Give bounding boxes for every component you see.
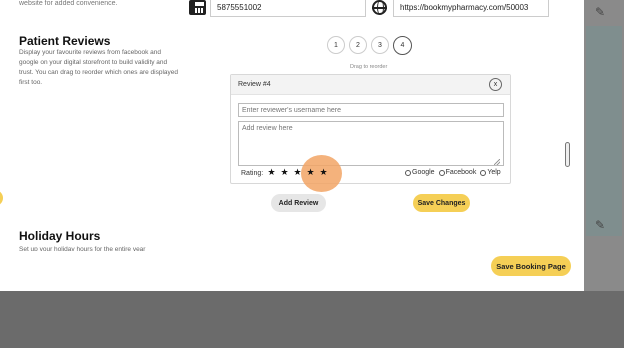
source-option-facebook[interactable]: Facebook — [438, 169, 477, 176]
source-label: Google — [412, 169, 435, 176]
close-button[interactable]: x — [489, 78, 502, 91]
pencil-icon[interactable]: ✎ — [592, 5, 608, 21]
pencil-icon[interactable]: ✎ — [592, 218, 608, 234]
review-pager: 1 2 3 4 — [327, 36, 412, 55]
star-icon[interactable]: ★ — [293, 167, 302, 177]
review-text-input[interactable] — [238, 121, 504, 166]
save-changes-button[interactable]: Save Changes — [413, 194, 470, 212]
scrollbar[interactable] — [565, 142, 570, 167]
source-option-yelp[interactable]: Yelp — [480, 169, 501, 176]
section-title-holiday: Holiday Hours — [19, 229, 101, 243]
source-label: Facebook — [445, 169, 477, 176]
rating-label: Rating: — [241, 170, 264, 177]
star-icon[interactable]: ★ — [280, 167, 289, 177]
background-panel — [586, 26, 622, 236]
radio-icon[interactable] — [405, 169, 411, 176]
drag-hint: Drag to reorder — [350, 64, 388, 70]
review-source-options: Google Facebook Yelp — [405, 169, 501, 176]
side-tab[interactable] — [0, 190, 3, 206]
background-page — [584, 0, 624, 291]
star-icon[interactable]: ★ — [267, 167, 276, 177]
fax-icon — [189, 0, 206, 15]
source-label: Yelp — [487, 169, 501, 176]
contact-description: website for added convenience. — [19, 0, 118, 7]
fax-field[interactable]: 5875551002 — [210, 0, 366, 17]
radio-icon[interactable] — [480, 169, 487, 176]
section-description-holiday: Set up your holiday hours for the entire… — [19, 246, 146, 251]
page-button-3[interactable]: 3 — [371, 36, 389, 54]
page-button-1[interactable]: 1 — [327, 36, 345, 54]
save-booking-page-button[interactable]: Save Booking Page — [491, 256, 571, 276]
reviewer-username-input[interactable] — [238, 103, 504, 117]
star-icon[interactable]: ★ — [319, 167, 328, 177]
globe-icon — [372, 0, 387, 15]
page-button-4[interactable]: 4 — [393, 36, 412, 55]
page-button-2[interactable]: 2 — [349, 36, 367, 54]
website-field[interactable]: https://bookmypharmacy.com/50003 — [393, 0, 549, 17]
star-icon[interactable]: ★ — [306, 167, 315, 177]
section-title-reviews: Patient Reviews — [19, 34, 111, 48]
review-card-title: Review #4 — [231, 75, 510, 95]
radio-icon[interactable] — [438, 169, 445, 176]
star-rating: ★ ★ ★ ★ ★ — [267, 167, 328, 177]
source-option-google[interactable]: Google — [405, 169, 435, 176]
add-review-button[interactable]: Add Review — [271, 194, 326, 212]
booking-page-modal: website for added convenience. 587555100… — [0, 0, 584, 291]
section-description-reviews: Display your favourite reviews from face… — [19, 49, 178, 86]
resize-handle-icon[interactable] — [494, 159, 500, 165]
